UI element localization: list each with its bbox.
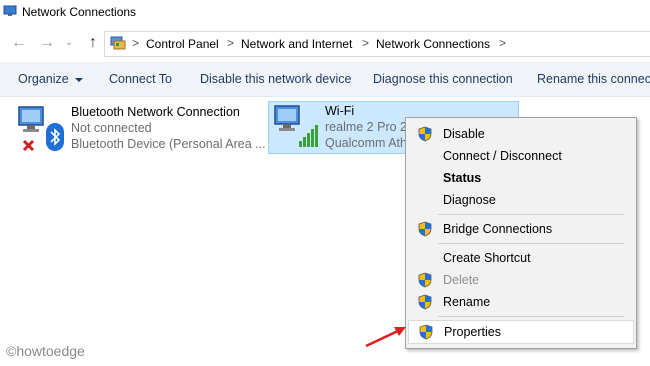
organize-label: Organize [18,72,69,86]
red-arrow-icon [365,327,406,348]
diagnose-connection-button[interactable]: Diagnose this connection [373,72,513,86]
chevron-down-icon[interactable]: ⌄ [60,35,78,51]
control-panel-icon [110,36,126,50]
breadcrumb-separator-icon[interactable]: > [499,36,506,50]
menu-separator [438,214,624,215]
organize-button[interactable]: Organize [18,72,83,86]
menu-separator [438,316,624,317]
disable-device-button[interactable]: Disable this network device [200,72,351,86]
menu-item-label: Diagnose [443,193,496,207]
connection-name: Bluetooth Network Connection [71,105,240,119]
uac-shield-icon [418,294,432,310]
watermark-text: ©howtoedge [6,343,85,359]
menu-separator [438,243,624,244]
caret-down-icon [74,77,83,82]
network-connections-icon [3,5,17,16]
connection-status: realme 2 Pro 2 [325,120,407,134]
menu-item-diagnose[interactable]: Diagnose [408,189,634,211]
menu-item-label: Rename [443,295,491,309]
wifi-adapter-icon [274,105,318,147]
connection-status: Not connected [71,121,152,135]
connection-name: Wi-Fi [325,104,355,118]
menu-item-disable[interactable]: Disable [408,123,634,145]
menu-item-connect-disconnect[interactable]: Connect / Disconnect [408,145,634,167]
breadcrumb-network-connections[interactable]: Network Connections [376,37,490,51]
menu-item-label: Status [443,171,482,185]
title-bar: Network Connections [0,0,650,24]
menu-item-create-shortcut[interactable]: Create Shortcut [408,247,634,269]
menu-item-label: Disable [443,127,485,141]
uac-shield-icon [419,324,433,340]
menu-item-label: Create Shortcut [443,251,531,265]
menu-item-bridge-connections[interactable]: Bridge Connections [408,218,634,240]
menu-item-label: Delete [443,273,480,287]
menu-item-label: Connect / Disconnect [443,149,562,163]
bluetooth-icon [46,123,64,151]
address-bar: ← → ⌄ ↑ > Control Panel > Network and In… [0,24,650,62]
uac-shield-icon [418,272,432,288]
menu-item-status[interactable]: Status [408,167,634,189]
breadcrumb-separator-icon: > [132,36,140,50]
window-title: Network Connections [22,5,137,19]
menu-item-delete: Delete [408,269,634,291]
connection-device: Qualcomm Ath [325,136,407,150]
breadcrumb-control-panel[interactable]: Control Panel [146,37,219,51]
forward-arrow-icon[interactable]: → [38,35,56,51]
breadcrumb-network-and-internet[interactable]: Network and Internet [241,37,352,51]
back-arrow-icon[interactable]: ← [10,35,28,51]
up-arrow-icon[interactable]: ↑ [84,35,102,51]
menu-item-label: Properties [444,325,501,339]
menu-item-properties[interactable]: Properties [408,320,634,344]
menu-item-rename[interactable]: Rename [408,291,634,313]
uac-shield-icon [418,221,432,237]
context-menu: Disable Connect / Disconnect Status Diag… [405,117,637,349]
breadcrumb-separator-icon: > [227,36,235,50]
connect-to-button[interactable]: Connect To [109,72,172,86]
breadcrumb[interactable]: > Control Panel > Network and Internet >… [104,31,650,57]
connection-item-bluetooth[interactable]: Bluetooth Network Connection Not connect… [16,103,266,155]
uac-shield-icon [418,126,432,142]
connection-device: Bluetooth Device (Personal Area ... [71,137,266,151]
breadcrumb-separator-icon: > [362,36,370,50]
menu-item-label: Bridge Connections [443,222,553,236]
rename-connection-button[interactable]: Rename this connecti [537,72,650,86]
command-bar: Organize Connect To Disable this network… [0,62,650,97]
